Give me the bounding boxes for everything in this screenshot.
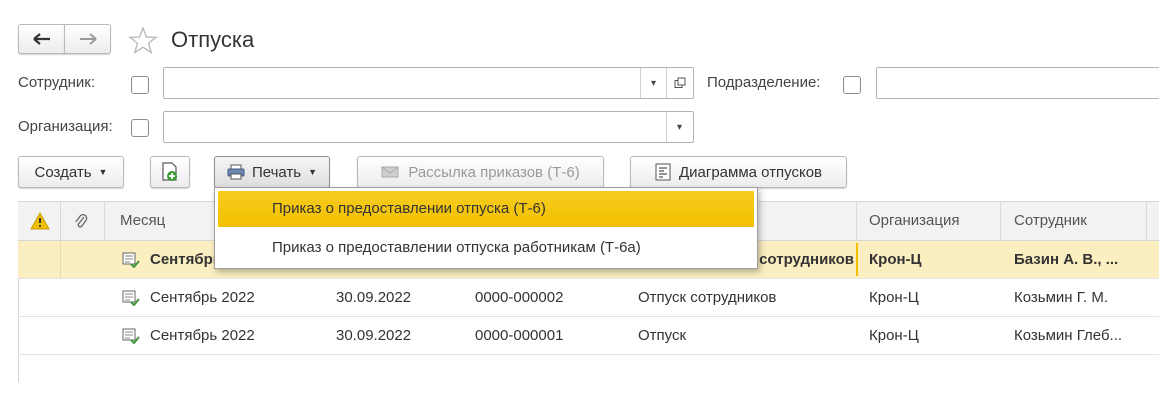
table-row[interactable]: Сентябрь 2022 30.09.2022 0000-000002 Отп… — [18, 279, 1159, 317]
employee-field[interactable]: ▾ — [163, 67, 694, 99]
envelope-icon — [381, 166, 399, 178]
forward-button[interactable] — [64, 24, 111, 54]
paperclip-icon[interactable] — [74, 212, 88, 230]
star-icon[interactable] — [128, 26, 158, 54]
cell-month: Сентябрь 2022 — [150, 289, 255, 306]
department-field[interactable] — [876, 67, 1159, 99]
cell-number: 0000-000001 — [475, 327, 564, 344]
department-checkbox[interactable] — [843, 76, 861, 94]
employee-label: Сотрудник: — [18, 74, 96, 91]
column-header-employee[interactable]: Сотрудник — [1014, 202, 1087, 240]
cell-employee: Базин А. В., ... — [1014, 251, 1119, 268]
column-header-organization[interactable]: Организация — [869, 202, 959, 240]
open-form-icon — [674, 77, 685, 88]
vacation-diagram-button[interactable]: Диаграмма отпусков — [630, 156, 847, 188]
department-label: Подразделение: — [707, 74, 821, 91]
posted-document-icon — [122, 328, 140, 344]
menu-item-order-t6a[interactable]: Приказ о предоставлении отпуска работник… — [218, 230, 754, 266]
cell-type: Отпуск — [638, 327, 687, 344]
organization-field[interactable]: ▾ — [163, 111, 694, 143]
posted-document-icon — [122, 290, 140, 306]
employee-open-button[interactable] — [666, 68, 692, 98]
cell-organization: Крон-Ц — [869, 327, 919, 344]
chevron-down-icon: ▼ — [308, 167, 318, 177]
print-dropdown-menu: Приказ о предоставлении отпуска (Т-6) Пр… — [214, 187, 758, 269]
create-button[interactable]: Создать ▼ — [18, 156, 124, 188]
create-copy-button[interactable] — [150, 156, 190, 188]
page-title: Отпуска — [171, 27, 255, 52]
cell-organization: Крон-Ц — [869, 251, 922, 268]
employee-dropdown-button[interactable]: ▾ — [640, 68, 666, 98]
new-document-icon — [162, 162, 177, 181]
organization-dropdown-button[interactable]: ▾ — [666, 112, 692, 142]
arrow-right-icon — [79, 33, 97, 45]
cell-number: 0000-000002 — [475, 289, 564, 306]
table-row[interactable]: Сентябрь 2022 30.09.2022 0000-000001 Отп… — [18, 317, 1159, 355]
cell-type: Отпуск сотрудников — [638, 289, 777, 306]
chevron-down-icon: ▼ — [98, 167, 108, 177]
cell-organization-focus — [856, 243, 858, 276]
mailing-button[interactable]: Рассылка приказов (Т-6) — [357, 156, 604, 188]
cell-date: 30.09.2022 — [336, 289, 412, 306]
cell-organization: Крон-Ц — [869, 289, 919, 306]
cell-employee: Козьмин Глеб... — [1014, 327, 1123, 344]
printer-icon — [227, 164, 245, 180]
employee-checkbox[interactable] — [131, 76, 149, 94]
cell-employee: Козьмин Г. М. — [1014, 289, 1109, 306]
posted-document-icon — [122, 252, 140, 268]
organization-checkbox[interactable] — [131, 119, 149, 137]
cell-month: Сентябрь 2022 — [150, 327, 255, 344]
menu-item-order-t6[interactable]: Приказ о предоставлении отпуска (Т-6) — [218, 191, 754, 227]
print-button[interactable]: Печать ▼ — [214, 156, 330, 188]
cell-date: 30.09.2022 — [336, 327, 412, 344]
organization-label: Организация: — [18, 118, 113, 135]
back-button[interactable] — [18, 24, 65, 54]
diagram-icon — [655, 163, 671, 181]
arrow-left-icon — [32, 33, 50, 45]
warning-icon[interactable] — [30, 212, 50, 230]
column-header-month[interactable]: Месяц — [120, 202, 165, 240]
